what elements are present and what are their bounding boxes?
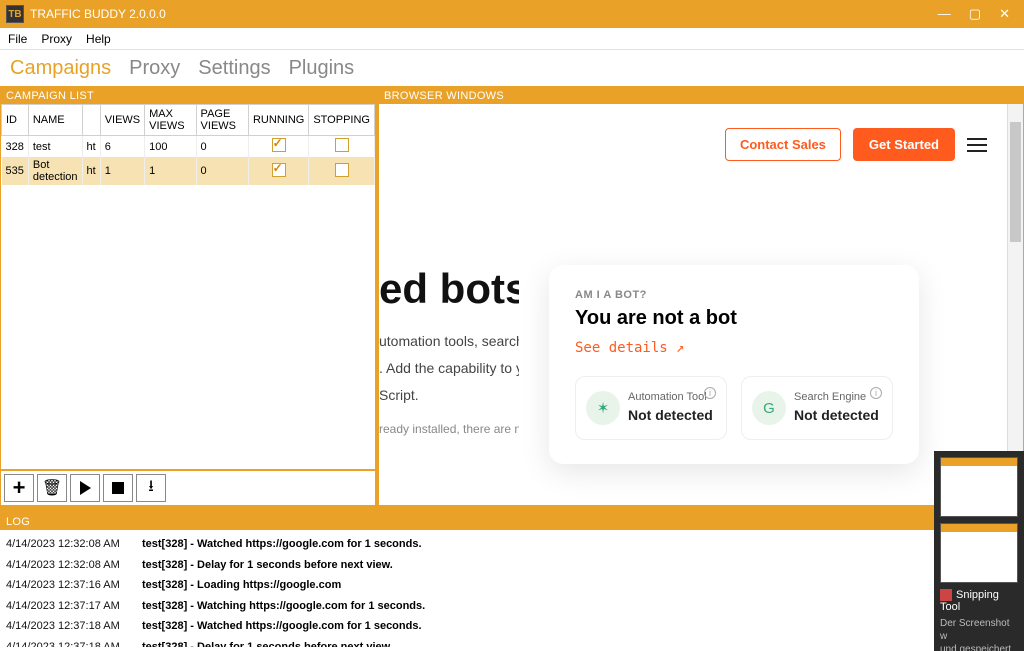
window-controls: — ▢ ✕ (938, 6, 1020, 22)
log-header: LOG (0, 514, 1024, 530)
page-topbar: Contact Sales Get Started (379, 114, 1005, 175)
campaign-toolbar: + 🗑 ⭳ (0, 470, 376, 506)
tab-proxy[interactable]: Proxy (125, 53, 184, 84)
see-details-link[interactable]: See details ↗ (575, 340, 685, 356)
col-name[interactable]: NAME (28, 105, 82, 136)
hero-section: ed bots utomation tools, search . Add th… (379, 175, 1005, 464)
contact-sales-button[interactable]: Contact Sales (725, 128, 841, 161)
automation-icon: ✶ (586, 391, 620, 425)
tab-campaigns[interactable]: Campaigns (6, 53, 115, 84)
col-stopping[interactable]: STOPPING (309, 105, 375, 136)
table-row[interactable]: 535 Bot detection ht 1 1 0 (2, 157, 375, 185)
col-id[interactable]: ID (2, 105, 29, 136)
card-eyebrow: AM I A BOT? (575, 289, 893, 301)
menu-bar: File Proxy Help (0, 28, 1024, 50)
maximize-button[interactable]: ▢ (969, 6, 981, 22)
snip-thumbnail (940, 457, 1018, 517)
snipping-tool-toast[interactable]: Snipping Tool Der Screenshot w und gespe… (934, 451, 1024, 651)
hero-text: ed bots utomation tools, search . Add th… (379, 265, 519, 464)
close-button[interactable]: ✕ (999, 6, 1010, 22)
tab-settings[interactable]: Settings (194, 53, 274, 84)
get-started-button[interactable]: Get Started (853, 128, 955, 161)
log-row: 4/14/2023 12:37:16 AMtest[328] - Loading… (0, 575, 1024, 596)
embedded-webpage[interactable]: Contact Sales Get Started ed bots utomat… (379, 104, 1023, 505)
bot-detection-card: AM I A BOT? You are not a bot See detail… (549, 265, 919, 464)
hero-title: ed bots (379, 265, 519, 313)
log-body[interactable]: 4/14/2023 12:32:08 AMtest[328] - Watched… (0, 530, 1024, 647)
campaign-list-header: CAMPAIGN LIST (0, 88, 376, 104)
col-running[interactable]: RUNNING (248, 105, 308, 136)
app-logo-icon: TB (6, 5, 24, 23)
log-pane: LOG 4/14/2023 12:32:08 AMtest[328] - Wat… (0, 512, 1024, 647)
tile-search-engine: G Search Engine Not detected i (741, 376, 893, 440)
log-row: 4/14/2023 12:32:08 AMtest[328] - Watched… (0, 534, 1024, 555)
log-row: 4/14/2023 12:37:17 AMtest[328] - Watchin… (0, 596, 1024, 617)
tile-automation-tool: ✶ Automation Tool Not detected i (575, 376, 727, 440)
menu-help[interactable]: Help (86, 32, 111, 46)
stopping-checkbox[interactable] (335, 138, 349, 152)
menu-proxy[interactable]: Proxy (41, 32, 72, 46)
table-row[interactable]: 328 test ht 6 100 0 (2, 136, 375, 158)
browser-windows-header: BROWSER WINDOWS (378, 88, 1024, 104)
tab-plugins[interactable]: Plugins (285, 53, 359, 84)
log-row: 4/14/2023 12:37:18 AMtest[328] - Delay f… (0, 637, 1024, 648)
campaign-table-wrap[interactable]: ID NAME VIEWS MAX VIEWS PAGE VIEWS RUNNI… (0, 104, 376, 470)
info-icon[interactable]: i (704, 387, 716, 399)
col-maxviews[interactable]: MAX VIEWS (145, 105, 196, 136)
log-row: 4/14/2023 12:32:08 AMtest[328] - Delay f… (0, 555, 1024, 576)
search-engine-icon: G (752, 391, 786, 425)
col-pageviews[interactable]: PAGE VIEWS (196, 105, 248, 136)
info-icon[interactable]: i (870, 387, 882, 399)
hamburger-icon[interactable] (967, 138, 987, 152)
snip-thumbnail (940, 523, 1018, 583)
col-url[interactable] (82, 105, 100, 136)
main-area: CAMPAIGN LIST ID NAME VIEWS MAX VIEWS PA… (0, 88, 1024, 506)
campaign-table: ID NAME VIEWS MAX VIEWS PAGE VIEWS RUNNI… (1, 104, 375, 185)
stop-button[interactable] (103, 474, 133, 502)
col-views[interactable]: VIEWS (100, 105, 144, 136)
running-checkbox[interactable] (272, 138, 286, 152)
window-title: TRAFFIC BUDDY 2.0.0.0 (30, 7, 938, 21)
delete-button[interactable]: 🗑 (37, 474, 67, 502)
main-tabs: Campaigns Proxy Settings Plugins (0, 50, 1024, 88)
browser-pane: BROWSER WINDOWS Contact Sales Get Starte… (378, 88, 1024, 506)
scrollbar-thumb[interactable] (1010, 122, 1021, 242)
add-button[interactable]: + (4, 474, 34, 502)
menu-file[interactable]: File (8, 32, 27, 46)
stopping-checkbox[interactable] (335, 163, 349, 177)
card-headline: You are not a bot (575, 307, 893, 330)
campaign-pane: CAMPAIGN LIST ID NAME VIEWS MAX VIEWS PA… (0, 88, 378, 506)
snipping-tool-icon (940, 589, 952, 601)
vertical-scrollbar[interactable] (1007, 104, 1023, 505)
browser-window: Contact Sales Get Started ed bots utomat… (378, 104, 1024, 506)
running-checkbox[interactable] (272, 163, 286, 177)
log-row: 4/14/2023 12:37:18 AMtest[328] - Watched… (0, 616, 1024, 637)
download-button[interactable]: ⭳ (136, 474, 166, 502)
play-button[interactable] (70, 474, 100, 502)
title-bar: TB TRAFFIC BUDDY 2.0.0.0 — ▢ ✕ (0, 0, 1024, 28)
minimize-button[interactable]: — (938, 6, 951, 22)
